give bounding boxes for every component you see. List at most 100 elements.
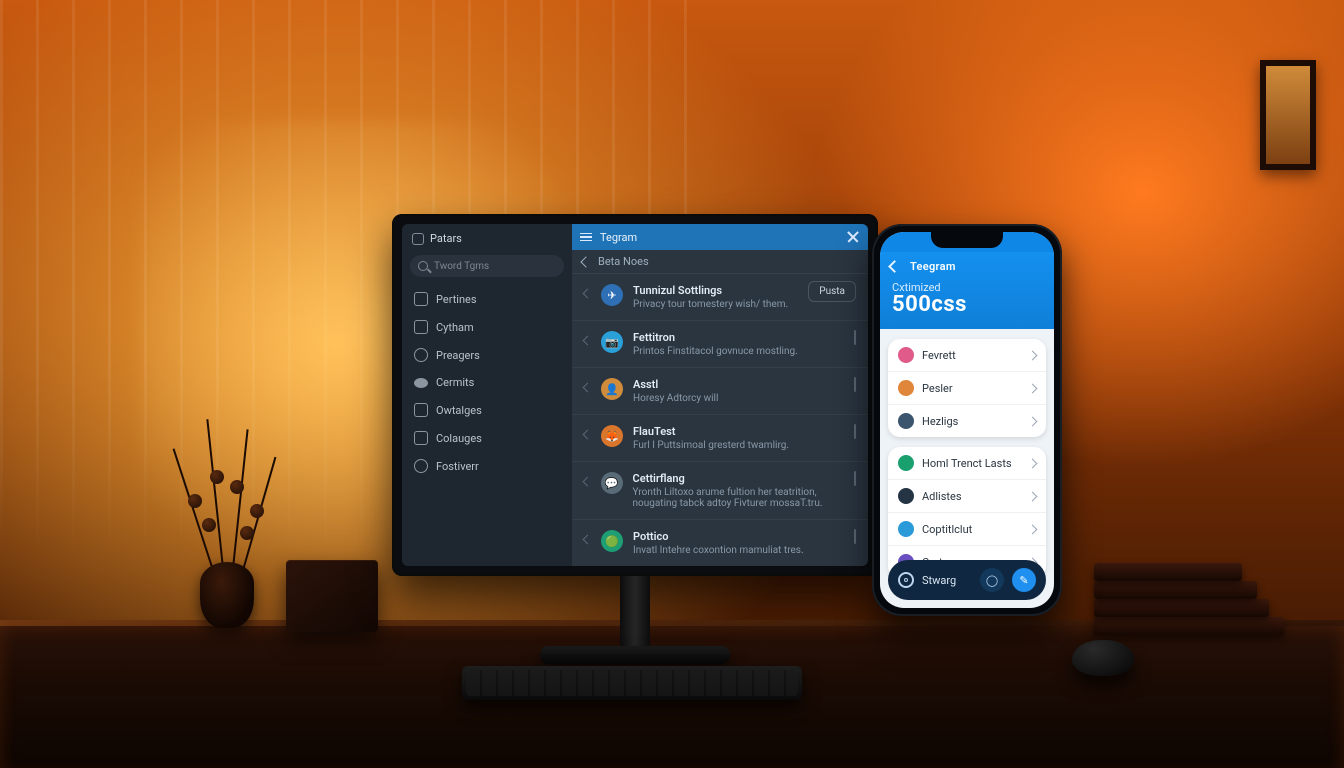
list-icon xyxy=(898,521,914,537)
row-title: FlauTest xyxy=(633,425,789,438)
phone-app: Teegram Cxtimized 500css Fevrett Pesler He… xyxy=(880,232,1054,608)
chevron-right-icon xyxy=(1028,416,1038,426)
chevron-left-icon xyxy=(582,477,592,487)
bottom-circle-1[interactable]: ◯ xyxy=(980,568,1004,592)
search-input[interactable]: Tword Tgms xyxy=(410,255,564,277)
settings-row-1[interactable]: 📷FettitronPrintos Finstitacol govnuce mo… xyxy=(572,321,868,368)
phone-list-item[interactable]: Pesler xyxy=(888,372,1046,405)
checkbox[interactable] xyxy=(854,529,856,544)
checkbox[interactable] xyxy=(854,330,856,345)
phone-list-item[interactable]: Adlistes xyxy=(888,480,1046,513)
chevron-left-icon xyxy=(583,289,593,299)
gear-icon xyxy=(414,320,428,334)
row-subtitle: Furl I Puttsimoal gresterd twamlirg. xyxy=(633,440,789,451)
main-panel: Tegram Beta Noes ✈ Tunnizul Sottlings Priv… xyxy=(572,224,868,566)
circle-icon xyxy=(414,459,428,473)
sidebar-item-3[interactable]: Cermits xyxy=(402,369,572,396)
sidebar-item-label: Owtalges xyxy=(436,404,482,417)
dot-icon xyxy=(414,378,428,388)
sidebar-item-label: Pertines xyxy=(436,293,477,306)
phone-list-item[interactable]: Homl Trenct Lasts xyxy=(888,447,1046,480)
box-icon xyxy=(414,292,428,306)
sidebar-item-label: Cermits xyxy=(436,376,474,389)
sidebar-item-5[interactable]: Colauges xyxy=(402,424,572,452)
sidebar-item-6[interactable]: Fostiverr xyxy=(402,452,572,480)
sidebar-item-2[interactable]: Preagers xyxy=(402,341,572,369)
list-label: Pesler xyxy=(922,382,1021,395)
phone-list-2: Homl Trenct LastsAdlistesCoptitlclutCert… xyxy=(888,447,1046,578)
row-title: Asstl xyxy=(633,378,718,391)
sidebar-item-label: Cytham xyxy=(436,321,474,334)
list-label: Adlistes xyxy=(922,490,1021,503)
search-icon xyxy=(418,261,428,271)
phone-title: Teegram xyxy=(910,260,1042,273)
list-icon xyxy=(898,488,914,504)
settings-row-5[interactable]: 🟢PotticoInvatl Intehre coxontion mamulia… xyxy=(572,520,868,566)
list-icon xyxy=(898,347,914,363)
avatar: 👤 xyxy=(601,378,623,400)
row-action-button[interactable]: Pusta xyxy=(808,281,856,302)
settings-row-4[interactable]: 💬CettirflangYronth Liltoxo arume fultion… xyxy=(572,462,868,520)
box-icon xyxy=(414,403,428,417)
sidebar-item-label: Preagers xyxy=(436,349,480,362)
circle-icon xyxy=(414,348,428,362)
chevron-right-icon xyxy=(1028,383,1038,393)
phone-list-item[interactable]: Coptitlclut xyxy=(888,513,1046,546)
settings-icon[interactable] xyxy=(898,572,914,588)
sidebar-item-label: Fostiverr xyxy=(436,460,479,473)
chevron-left-icon[interactable] xyxy=(580,256,591,267)
section-title: Beta Noes xyxy=(598,255,649,268)
row-subtitle: Invatl Intehre coxontion mamuliat tres. xyxy=(633,545,804,556)
checkbox[interactable] xyxy=(854,377,856,392)
avatar: 🟢 xyxy=(601,530,623,552)
monitor-stand xyxy=(620,576,650,654)
row-subtitle: Privacy tour tomestery wish/ them. xyxy=(633,299,788,310)
list-icon xyxy=(898,455,914,471)
list-label: Homl Trenct Lasts xyxy=(922,457,1021,470)
phone-header: Teegram Cxtimized 500css xyxy=(880,252,1054,329)
sidebar-item-0[interactable]: Pertines xyxy=(402,285,572,313)
phone-list-item[interactable]: Fevrett xyxy=(888,339,1046,372)
avatar: 💬 xyxy=(601,472,623,494)
avatar: 🦊 xyxy=(601,425,623,447)
sidebar-item-label: Colauges xyxy=(436,432,482,445)
back-icon[interactable] xyxy=(888,260,901,273)
keyboard xyxy=(462,666,802,700)
settings-row-0[interactable]: ✈ Tunnizul Sottlings Privacy tour tomester… xyxy=(572,274,868,321)
chevron-right-icon xyxy=(1028,491,1038,501)
avatar: ✈ xyxy=(601,284,623,306)
row-title: Tunnizul Sottlings xyxy=(633,284,788,297)
checkbox[interactable] xyxy=(854,424,856,439)
phone-list-item[interactable]: Hezligs xyxy=(888,405,1046,437)
sidebar-header: Patars xyxy=(402,224,572,251)
chevron-right-icon xyxy=(1028,350,1038,360)
phone-bottom-bar: Stwarg ◯ ✎ xyxy=(888,560,1046,600)
home-icon xyxy=(412,233,424,245)
bottom-circle-2[interactable]: ✎ xyxy=(1012,568,1036,592)
settings-list: ✈ Tunnizul Sottlings Privacy tour tomester… xyxy=(572,274,868,566)
list-label: Fevrett xyxy=(922,349,1021,362)
close-icon[interactable] xyxy=(846,230,860,244)
row-subtitle: Yronth Liltoxo arume fultion her teatrit… xyxy=(633,487,844,509)
sidebar-item-4[interactable]: Owtalges xyxy=(402,396,572,424)
computer-mouse xyxy=(1072,640,1134,676)
desk-box xyxy=(286,560,378,632)
phone-list-1: Fevrett Pesler Hezligs xyxy=(888,339,1046,437)
box-icon xyxy=(414,431,428,445)
bottom-label: Stwarg xyxy=(922,574,972,587)
titlebar: Tegram xyxy=(572,224,868,250)
desktop-app: Patars Tword Tgms Pertines Cytham Preagers… xyxy=(402,224,868,566)
row-subtitle: Horesy Adtorcy will xyxy=(633,393,718,404)
chevron-right-icon xyxy=(1028,458,1038,468)
flower-vase xyxy=(170,498,280,628)
chevron-left-icon xyxy=(583,430,593,440)
phone-big-value: 500css xyxy=(892,292,1042,317)
list-icon xyxy=(898,380,914,396)
checkbox[interactable] xyxy=(854,471,856,486)
settings-row-2[interactable]: 👤 Asstl Horesy Adtorcy will xyxy=(572,368,868,415)
chevron-left-icon xyxy=(583,383,593,393)
list-icon xyxy=(898,413,914,429)
sidebar-item-1[interactable]: Cytham xyxy=(402,313,572,341)
menu-icon[interactable] xyxy=(580,233,592,242)
settings-row-3[interactable]: 🦊 FlauTest Furl I Puttsimoal gresterd twam… xyxy=(572,415,868,462)
